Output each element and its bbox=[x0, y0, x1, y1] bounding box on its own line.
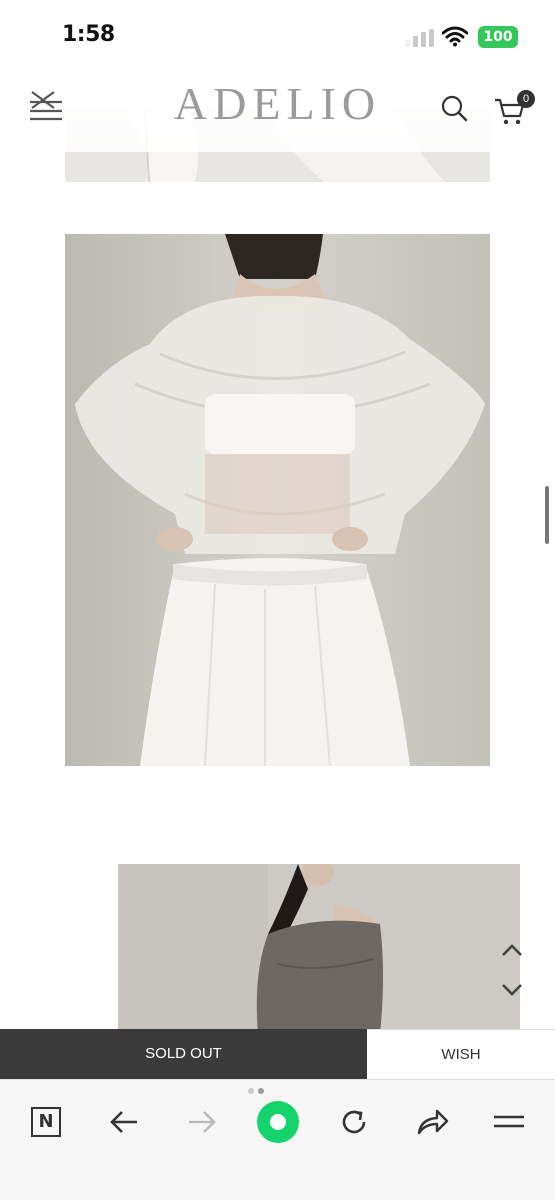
signal-icon bbox=[405, 29, 435, 47]
product-image-2-art bbox=[65, 234, 490, 766]
arrow-left-icon bbox=[110, 1111, 137, 1133]
share-icon bbox=[417, 1109, 449, 1135]
reload-icon bbox=[342, 1110, 366, 1134]
product-image-3[interactable] bbox=[118, 864, 520, 1034]
battery-indicator: 100 bbox=[478, 26, 518, 48]
share-button[interactable] bbox=[410, 1100, 454, 1144]
wish-button[interactable]: WISH bbox=[367, 1029, 555, 1079]
cart-button[interactable]: 0 bbox=[493, 90, 535, 125]
browser-toolbar: N bbox=[0, 1079, 555, 1200]
screen: 1:58 100 ADELIO 0 SOLD OUT WISH N bbox=[0, 0, 555, 1200]
naver-button[interactable]: N bbox=[24, 1100, 68, 1144]
sold-out-button[interactable]: SOLD OUT bbox=[0, 1029, 367, 1079]
site-logo[interactable]: ADELIO bbox=[0, 77, 555, 130]
arrow-right-icon bbox=[189, 1111, 216, 1133]
product-image-2[interactable] bbox=[65, 234, 490, 766]
page-scrollbar[interactable] bbox=[545, 486, 549, 544]
status-bar: 1:58 100 bbox=[0, 0, 555, 70]
wifi-icon bbox=[442, 26, 468, 47]
back-button[interactable] bbox=[102, 1100, 146, 1144]
site-header: ADELIO 0 bbox=[0, 62, 555, 152]
forward-button[interactable] bbox=[180, 1100, 224, 1144]
purchase-bar: SOLD OUT WISH bbox=[0, 1029, 555, 1079]
chevron-up-icon[interactable] bbox=[498, 940, 526, 960]
green-circle-icon bbox=[257, 1101, 299, 1143]
reload-button[interactable] bbox=[332, 1100, 376, 1144]
more-menu-button[interactable] bbox=[487, 1100, 531, 1144]
menu-icon bbox=[494, 1115, 524, 1128]
search-icon[interactable] bbox=[440, 94, 468, 122]
chevron-down-icon[interactable] bbox=[498, 980, 526, 1000]
home-button[interactable] bbox=[256, 1100, 300, 1144]
naver-icon: N bbox=[31, 1107, 61, 1137]
status-time: 1:58 bbox=[62, 22, 115, 47]
cart-count-badge: 0 bbox=[517, 90, 535, 108]
product-image-3-art bbox=[118, 864, 520, 1034]
tab-indicator bbox=[248, 1088, 304, 1094]
